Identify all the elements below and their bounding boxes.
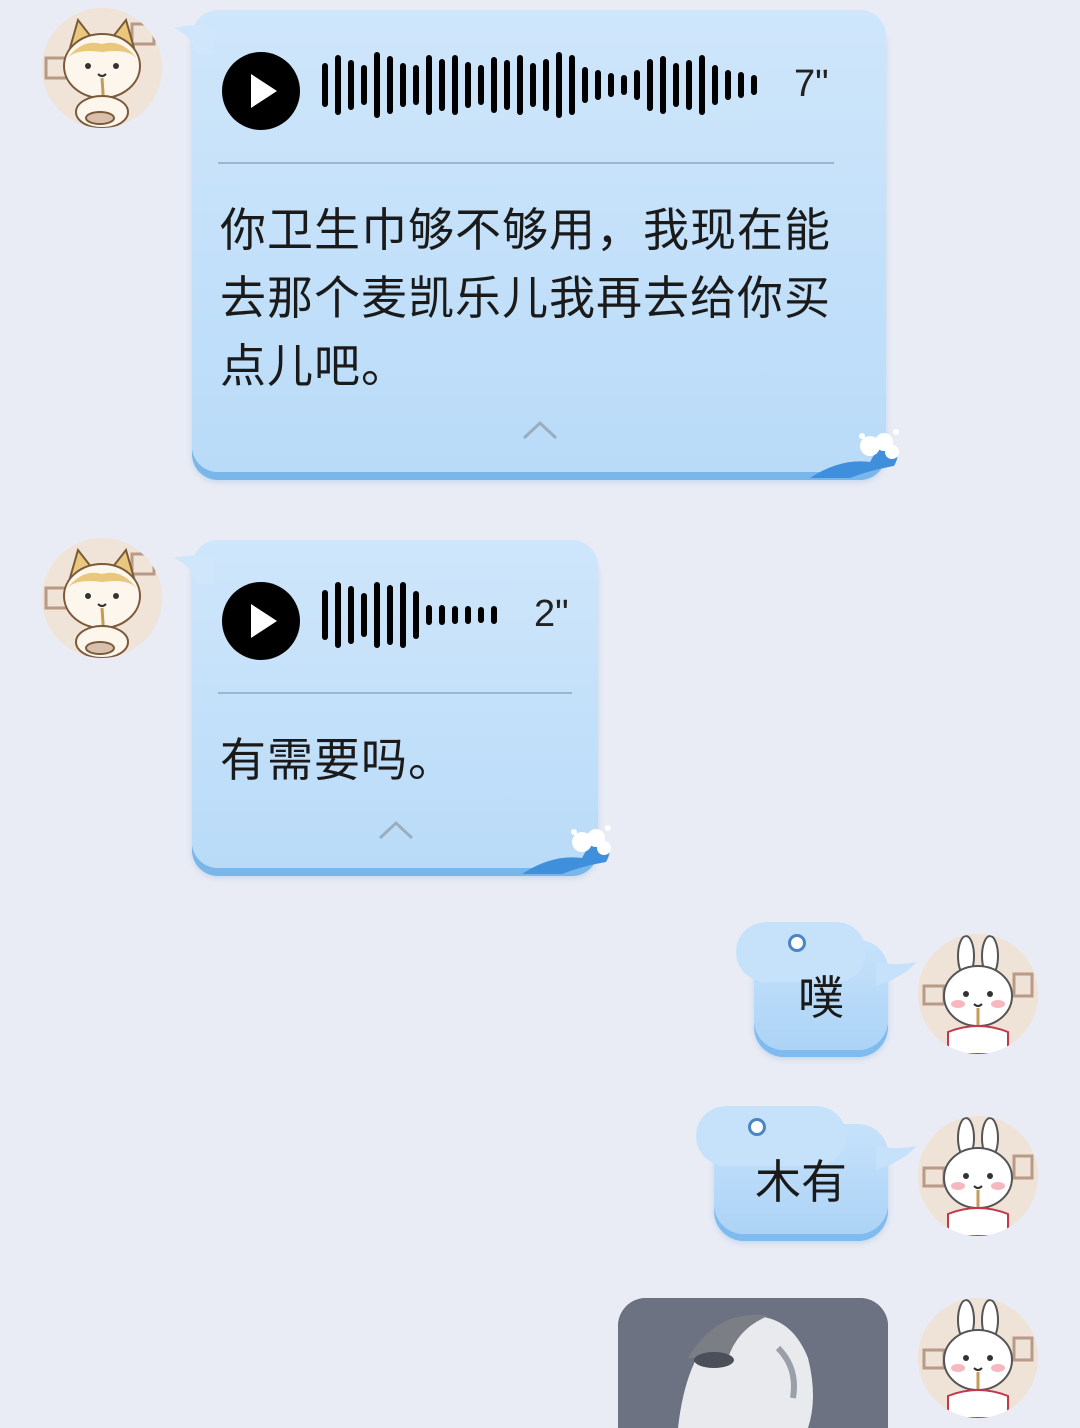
waveform-bar xyxy=(374,582,380,648)
waveform-bar xyxy=(465,606,471,624)
voice-transcript: 你卫生巾够不够用，我现在能去那个麦凯乐儿我再去给你买点儿吧。 xyxy=(220,203,831,393)
waveform-bar xyxy=(517,55,523,115)
bubble-tail xyxy=(876,962,916,986)
cat-photo-message[interactable] xyxy=(618,1298,888,1428)
waveform-bar xyxy=(426,55,432,115)
voice-transcript: 有需要吗。 xyxy=(220,733,455,787)
contact-avatar[interactable] xyxy=(42,8,162,128)
waveform-bar xyxy=(556,52,562,118)
waveform-bar xyxy=(621,75,627,95)
waveform[interactable] xyxy=(322,582,522,648)
waveform-bar xyxy=(725,70,731,100)
waveform-bar xyxy=(569,55,575,115)
cat-photo xyxy=(618,1298,888,1428)
waveform-bar xyxy=(478,65,484,105)
waveform-bar xyxy=(322,63,328,107)
waveform-bar xyxy=(712,65,718,105)
wave-splash-icon xyxy=(810,429,899,478)
my-avatar[interactable] xyxy=(918,1298,1038,1418)
chevron-up-icon[interactable] xyxy=(378,820,414,840)
bunny-avatar-icon xyxy=(918,1116,1038,1236)
message-text: 噗 xyxy=(798,971,844,1025)
outgoing-text-bubble[interactable]: 噗 xyxy=(736,922,916,1050)
waveform-bar xyxy=(348,586,354,644)
waveform-bar xyxy=(400,63,406,107)
waveform-bar xyxy=(582,67,588,103)
my-avatar[interactable] xyxy=(918,934,1038,1054)
waveform-bar xyxy=(439,605,445,625)
bunny-avatar-icon xyxy=(918,934,1038,1054)
waveform-bar xyxy=(413,65,419,105)
bubble-dot xyxy=(788,934,806,952)
waveform-bar xyxy=(673,63,679,107)
waveform-bar xyxy=(660,56,666,114)
waveform-bar xyxy=(738,72,744,98)
waveform-bar xyxy=(452,606,458,624)
waveform-bar xyxy=(335,582,341,648)
waveform-bar xyxy=(465,62,471,108)
waveform[interactable] xyxy=(322,52,772,118)
dog-avatar-icon xyxy=(42,8,162,128)
bubble-tail xyxy=(174,24,214,54)
dog-avatar-icon xyxy=(42,538,162,658)
waveform-bar xyxy=(634,70,640,100)
waveform-bar xyxy=(491,57,497,113)
waveform-bar xyxy=(491,606,497,624)
waveform-bar xyxy=(452,55,458,115)
divider xyxy=(218,162,834,164)
waveform-bar xyxy=(335,55,341,115)
contact-avatar[interactable] xyxy=(42,538,162,658)
voice-message-bubble[interactable]: 2" 有需要吗。 xyxy=(192,540,611,874)
bubble-tail xyxy=(174,554,214,584)
waveform-bar xyxy=(387,585,393,645)
waveform-bar xyxy=(361,593,367,637)
waveform-bar xyxy=(361,65,367,105)
waveform-bar xyxy=(595,70,601,100)
waveform-bar xyxy=(348,60,354,110)
bubble-dot xyxy=(748,1118,766,1136)
waveform-bar xyxy=(543,59,549,111)
waveform-bar xyxy=(374,52,380,118)
waveform-bar xyxy=(387,56,393,114)
outgoing-text-bubble[interactable]: 木有 xyxy=(696,1106,916,1234)
waveform-bar xyxy=(400,582,406,648)
waveform-bar xyxy=(751,75,757,95)
bunny-avatar-icon xyxy=(918,1298,1038,1418)
waveform-bar xyxy=(647,59,653,111)
divider xyxy=(218,692,572,694)
waveform-bar xyxy=(478,607,484,623)
waveform-bar xyxy=(699,55,705,115)
bubble-tail xyxy=(876,1146,916,1170)
voice-duration: 2" xyxy=(534,593,569,635)
message-text: 木有 xyxy=(755,1155,847,1209)
wave-splash-icon xyxy=(522,825,611,874)
waveform-bar xyxy=(686,60,692,110)
voice-duration: 7" xyxy=(794,63,829,105)
waveform-bar xyxy=(322,590,328,640)
play-icon[interactable] xyxy=(222,582,300,660)
chevron-up-icon[interactable] xyxy=(522,420,558,440)
waveform-bar xyxy=(439,59,445,111)
voice-message-bubble[interactable]: 7" 你卫生巾够不够用，我现在能去那个麦凯乐儿我再去给你买点儿吧。 xyxy=(192,10,899,478)
waveform-bar xyxy=(608,73,614,97)
waveform-bar xyxy=(413,591,419,639)
waveform-bar xyxy=(504,60,510,110)
waveform-bar xyxy=(530,63,536,107)
my-avatar[interactable] xyxy=(918,1116,1038,1236)
play-icon[interactable] xyxy=(222,52,300,130)
waveform-bar xyxy=(426,605,432,625)
